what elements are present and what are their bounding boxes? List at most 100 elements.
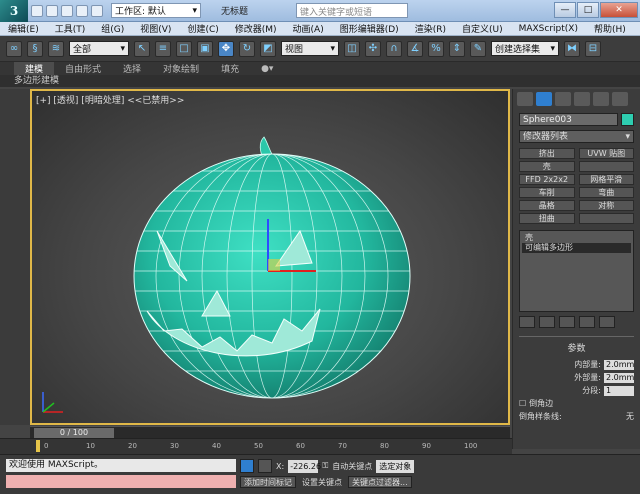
configure-modifier-sets-icon[interactable] bbox=[599, 316, 615, 328]
minimize-button[interactable]: — bbox=[554, 2, 576, 18]
workspace-select[interactable]: 工作区: 默认 ▾ bbox=[111, 3, 201, 18]
manipulate-icon[interactable]: ✣ bbox=[365, 40, 381, 57]
unlink-icon[interactable]: § bbox=[27, 40, 43, 57]
spinner-snap-icon[interactable]: ⇕ bbox=[449, 40, 465, 57]
bevel-spline-button[interactable]: 无 bbox=[626, 411, 634, 422]
snap-toggle-icon[interactable]: ∩ bbox=[386, 40, 402, 57]
menu-create[interactable]: 创建(C) bbox=[179, 22, 226, 35]
undo-icon[interactable] bbox=[76, 4, 88, 17]
tab-object-paint[interactable]: 对象绘制 bbox=[152, 62, 210, 75]
menu-animation[interactable]: 动画(A) bbox=[285, 22, 332, 35]
show-end-result-icon[interactable] bbox=[539, 316, 555, 328]
menu-group[interactable]: 组(G) bbox=[93, 22, 132, 35]
window-crossing-icon[interactable]: ▣ bbox=[197, 40, 213, 57]
remove-modifier-icon[interactable] bbox=[579, 316, 595, 328]
maxscript-listener-input[interactable]: 欢迎使用 MAXScript。 bbox=[6, 459, 236, 472]
menu-graph-editors[interactable]: 图形编辑器(D) bbox=[332, 22, 407, 35]
modify-tab-icon[interactable] bbox=[536, 92, 552, 106]
inner-amount-input[interactable]: 2.0mm bbox=[604, 359, 634, 370]
track-bar[interactable]: 0 10 20 30 40 50 60 70 80 90 100 bbox=[0, 438, 512, 454]
menu-edit[interactable]: 编辑(E) bbox=[0, 22, 47, 35]
motion-tab-icon[interactable] bbox=[574, 92, 590, 106]
menu-rendering[interactable]: 渲染(R) bbox=[407, 22, 454, 35]
parameters-title[interactable]: 参数 bbox=[519, 341, 634, 354]
add-time-tag-button[interactable]: 添加时间标记 bbox=[240, 476, 296, 488]
selection-filter-select[interactable]: 全部 ▾ bbox=[69, 41, 129, 56]
stack-item-shell[interactable]: 壳 bbox=[522, 233, 631, 243]
select-scale-icon[interactable]: ◩ bbox=[260, 40, 276, 57]
modifier-button[interactable]: UVW 贴图 bbox=[578, 148, 634, 159]
key-filters-button[interactable]: 关键点过滤器... bbox=[348, 476, 412, 488]
auto-key-label[interactable]: 自动关键点 bbox=[332, 461, 372, 472]
modifier-button[interactable]: 对称 bbox=[578, 200, 634, 211]
modifier-button[interactable] bbox=[578, 161, 634, 172]
modifier-button[interactable]: 挤出 bbox=[519, 148, 575, 159]
current-frame-marker[interactable] bbox=[36, 440, 40, 452]
tab-populate[interactable]: 填充 bbox=[210, 62, 250, 75]
modifier-button[interactable]: 弯曲 bbox=[578, 187, 634, 198]
menu-views[interactable]: 视图(V) bbox=[132, 22, 179, 35]
reference-coord-select[interactable]: 视图 ▾ bbox=[281, 41, 339, 56]
named-selection-select[interactable]: 创建选择集 ▾ bbox=[491, 41, 559, 56]
modifier-list-select[interactable]: 修改器列表 ▾ bbox=[519, 130, 634, 143]
time-slider[interactable]: 0 / 100 bbox=[34, 428, 114, 438]
modifier-button[interactable]: 扭曲 bbox=[519, 213, 575, 224]
modifier-button[interactable]: FFD 2x2x2 bbox=[519, 174, 575, 185]
select-rotate-icon[interactable]: ↻ bbox=[239, 40, 255, 57]
bind-space-warp-icon[interactable]: ≋ bbox=[48, 40, 64, 57]
modifier-button[interactable]: 车削 bbox=[519, 187, 575, 198]
tab-modeling[interactable]: 建模 bbox=[14, 62, 55, 75]
maximize-button[interactable]: □ bbox=[577, 2, 599, 18]
stack-item-editable-poly[interactable]: 可编辑多边形 bbox=[522, 243, 631, 253]
menu-customize[interactable]: 自定义(U) bbox=[454, 22, 511, 35]
outer-amount-input[interactable]: 2.0mm bbox=[604, 372, 634, 383]
menu-tools[interactable]: 工具(T) bbox=[47, 22, 94, 35]
set-key-label[interactable]: 设置关键点 bbox=[302, 477, 342, 488]
menu-modifiers[interactable]: 修改器(M) bbox=[227, 22, 285, 35]
menu-help[interactable]: 帮助(H) bbox=[586, 22, 634, 35]
maxscript-output[interactable] bbox=[6, 475, 236, 488]
save-file-icon[interactable] bbox=[61, 4, 73, 17]
object-name-input[interactable]: Sphere003 bbox=[519, 113, 618, 126]
modifier-button[interactable]: 晶格 bbox=[519, 200, 575, 211]
modifier-button[interactable]: 网格平滑 bbox=[578, 174, 634, 185]
pivot-center-icon[interactable]: ◫ bbox=[344, 40, 360, 57]
link-icon[interactable]: ∞ bbox=[6, 40, 22, 57]
angle-snap-icon[interactable]: ∡ bbox=[407, 40, 423, 57]
ribbon-options-icon[interactable]: ●▾ bbox=[250, 64, 284, 74]
select-move-icon[interactable]: ✥ bbox=[218, 40, 234, 57]
percent-snap-icon[interactable]: % bbox=[428, 40, 444, 57]
search-input[interactable]: 键入关键字或短语 bbox=[296, 3, 409, 18]
create-tab-icon[interactable] bbox=[517, 92, 533, 106]
segments-input[interactable]: 1 bbox=[604, 385, 634, 396]
selection-lock-icon[interactable] bbox=[240, 459, 254, 473]
redo-icon[interactable] bbox=[91, 4, 103, 17]
close-button[interactable]: ✕ bbox=[600, 2, 638, 18]
rect-selection-icon[interactable]: □ bbox=[176, 40, 192, 57]
utilities-tab-icon[interactable] bbox=[612, 92, 628, 106]
new-file-icon[interactable] bbox=[31, 4, 43, 17]
modifier-button[interactable]: 壳 bbox=[519, 161, 575, 172]
menu-maxscript[interactable]: MAXScript(X) bbox=[511, 24, 586, 34]
object-color-swatch[interactable] bbox=[621, 113, 634, 126]
selected-object-select[interactable]: 选定对象 bbox=[376, 459, 415, 473]
perspective-viewport[interactable]: [+] [透视] [明暗处理] <<已禁用>> bbox=[30, 89, 510, 425]
open-file-icon[interactable] bbox=[46, 4, 58, 17]
align-icon[interactable]: ⊟ bbox=[585, 40, 601, 57]
hierarchy-tab-icon[interactable] bbox=[555, 92, 571, 106]
pin-stack-icon[interactable] bbox=[519, 316, 535, 328]
tab-selection[interactable]: 选择 bbox=[112, 62, 152, 75]
x-coord-field[interactable]: -226.26 bbox=[288, 459, 321, 473]
mirror-icon[interactable]: ⧓ bbox=[564, 40, 580, 57]
checkbox-icon[interactable]: ☐ bbox=[519, 399, 526, 408]
select-object-icon[interactable]: ↖ bbox=[134, 40, 150, 57]
lock-icon[interactable] bbox=[258, 459, 272, 473]
edit-named-selection-icon[interactable]: ✎ bbox=[470, 40, 486, 57]
tab-freeform[interactable]: 自由形式 bbox=[54, 62, 112, 75]
pumpkin-model[interactable] bbox=[32, 91, 510, 425]
display-tab-icon[interactable] bbox=[593, 92, 609, 106]
app-logo-button[interactable]: 3 bbox=[0, 0, 28, 22]
select-by-name-icon[interactable]: ≡ bbox=[155, 40, 171, 57]
modifier-button[interactable] bbox=[578, 213, 634, 224]
make-unique-icon[interactable] bbox=[559, 316, 575, 328]
